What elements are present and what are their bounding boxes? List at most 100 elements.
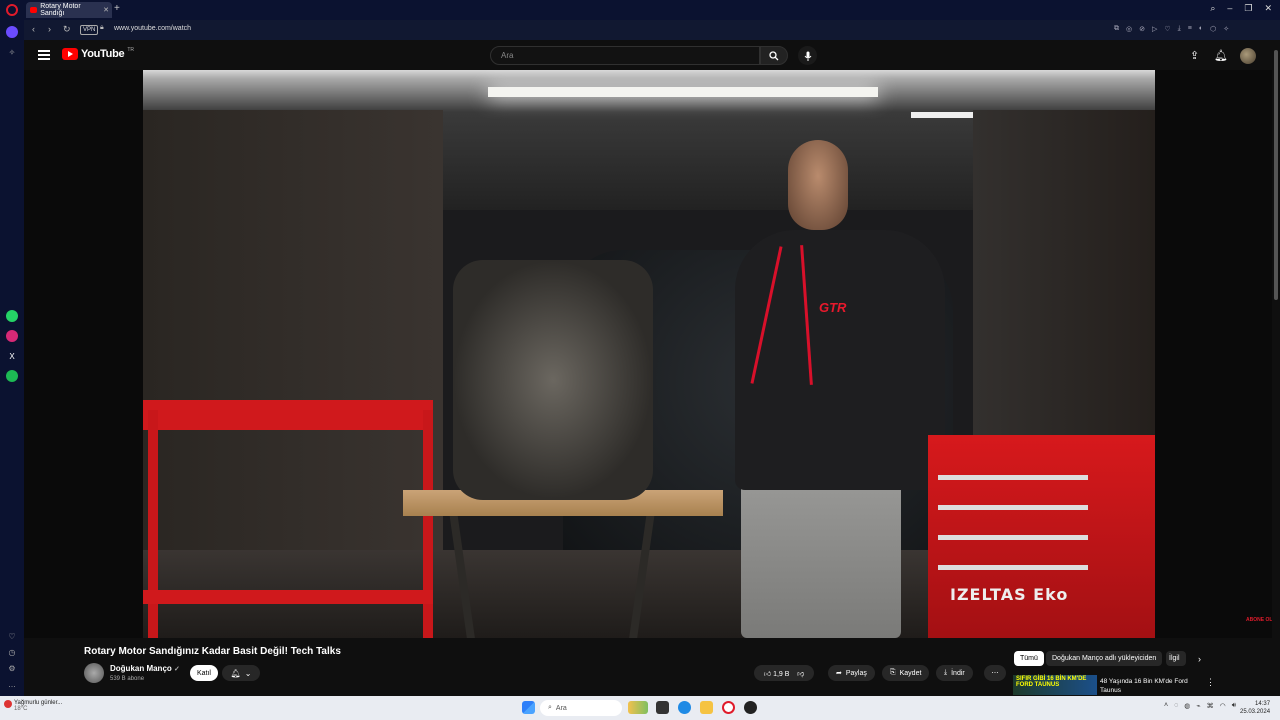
- voice-search-button[interactable]: [798, 46, 817, 65]
- weather-widget[interactable]: Yağmurlu günler... 18°C: [14, 700, 62, 712]
- like-button[interactable]: 👍︎ 1,9 B: [764, 669, 790, 678]
- taskbar-search[interactable]: ⌕ Ara: [540, 700, 622, 716]
- scroll-thumb[interactable]: [1274, 50, 1278, 300]
- more-actions-button[interactable]: ⋯: [984, 665, 1006, 681]
- browser-tab[interactable]: Rotary Motor Sandığı ✕: [26, 2, 112, 18]
- easy-setup-icon[interactable]: ≡: [1188, 25, 1192, 33]
- search-input[interactable]: Ara: [490, 46, 760, 65]
- channel-name[interactable]: Doğukan Manço ✓: [110, 664, 180, 673]
- address-actions: ⧉ ◎ ⊘ ▷ ♡ ⤓ ≡ ◐ ⬡ ✧: [1114, 25, 1229, 33]
- subscription-bell-button[interactable]: 🔔︎ ⌄: [222, 665, 260, 681]
- aria-icon[interactable]: ✧: [6, 46, 18, 58]
- download-icon[interactable]: ⤓: [1178, 25, 1181, 33]
- tray-chevron-icon[interactable]: ˄: [1164, 702, 1168, 710]
- share-button[interactable]: ➦ Paylaş: [828, 665, 875, 681]
- chips-next-icon[interactable]: ›: [1198, 654, 1201, 664]
- download-label: İndir: [951, 669, 965, 677]
- channel-avatar[interactable]: [84, 663, 104, 683]
- close-tab-icon[interactable]: ✕: [103, 6, 109, 14]
- reload-icon[interactable]: ↻: [63, 24, 71, 35]
- heart-outline-icon[interactable]: ♡: [1164, 25, 1170, 33]
- new-tab-icon[interactable]: +: [114, 3, 120, 14]
- ceiling-light: [488, 87, 878, 97]
- tray-app-icon[interactable]: ◌: [1174, 702, 1178, 710]
- address-bar: ‹ › ↻ VPN 🔒︎ www.youtube.com/watch ⧉ ◎ ⊘…: [24, 20, 1280, 40]
- account-icon[interactable]: ◐: [1199, 25, 1203, 33]
- youtube-logo[interactable]: YouTube TR: [62, 47, 134, 60]
- opera-taskbar-icon[interactable]: [722, 701, 735, 714]
- upload-icon[interactable]: ⇪: [1190, 49, 1199, 62]
- windows-start-icon[interactable]: [522, 701, 535, 714]
- person-legs: [741, 470, 901, 638]
- language-icon[interactable]: ⌘: [1207, 702, 1214, 710]
- weather-temp: 18°C: [14, 706, 28, 712]
- subscribe-watermark-text[interactable]: ABONE OL: [1246, 617, 1272, 623]
- vpn-badge[interactable]: VPN: [80, 25, 99, 35]
- instagram-icon[interactable]: [6, 330, 18, 342]
- youtube-header: YouTube TR Ara ⇪ 🔔︎: [24, 40, 1272, 70]
- chip-all[interactable]: Tümü: [1014, 651, 1044, 666]
- weather-alert-icon[interactable]: [4, 700, 12, 708]
- home-icon[interactable]: [6, 26, 18, 38]
- search-icon: [769, 50, 779, 60]
- aria-button-icon[interactable]: ✧: [1223, 25, 1229, 33]
- whatsapp-icon[interactable]: [6, 310, 18, 322]
- opera-logo-icon[interactable]: [6, 4, 18, 16]
- file-explorer-icon[interactable]: [700, 701, 713, 714]
- dislike-button[interactable]: 👎︎: [797, 669, 804, 678]
- recommendation-title[interactable]: 48 Yaşında 16 Bin KM'de Ford Taunus: [1100, 677, 1200, 695]
- search-tabs-icon[interactable]: ⌕: [1210, 3, 1215, 14]
- recommendation-thumbnail[interactable]: SIFIR GİBİ 16 BİN KM'DE FORD TAUNUS: [1013, 675, 1097, 695]
- spotify-icon[interactable]: [6, 370, 18, 382]
- taskbar-clock[interactable]: 14:37 25.03.2024: [1240, 700, 1270, 716]
- tab-title: Rotary Motor Sandığı: [40, 3, 81, 17]
- snapshot-icon[interactable]: ⧉: [1114, 25, 1119, 33]
- download-arrow-icon: ⤓: [944, 669, 948, 676]
- more-icon[interactable]: …: [6, 678, 18, 690]
- rotary-engine: [453, 260, 653, 500]
- adblock-icon[interactable]: ⊘: [1139, 25, 1145, 33]
- tray-app-icon[interactable]: ◍: [1184, 702, 1190, 710]
- hamburger-menu-icon[interactable]: [38, 50, 50, 60]
- volume-icon[interactable]: 🔊︎: [1232, 702, 1236, 710]
- opera-gx-icon[interactable]: [744, 701, 757, 714]
- forward-icon[interactable]: ›: [48, 24, 51, 34]
- opera-sidebar: ✧ X ♡ ◷ ⚙ …: [0, 20, 24, 696]
- notifications-bell-icon[interactable]: 🔔︎: [1214, 49, 1228, 62]
- download-button[interactable]: ⤓ İndir: [936, 665, 973, 681]
- search-button[interactable]: [760, 46, 788, 65]
- chip-uploader[interactable]: Doğukan Manço adlı yükleyiciden: [1046, 651, 1163, 666]
- logo-region: TR: [127, 47, 134, 53]
- microphone-icon: [804, 51, 811, 61]
- url-field[interactable]: www.youtube.com/watch: [114, 25, 191, 32]
- page-scrollbar[interactable]: [1272, 40, 1280, 696]
- minimize-icon[interactable]: –: [1227, 3, 1232, 14]
- person-hoodie: [735, 230, 945, 490]
- heart-icon[interactable]: ♡: [6, 630, 18, 642]
- account-avatar[interactable]: [1240, 48, 1256, 64]
- play-icon[interactable]: ▷: [1152, 25, 1157, 33]
- window-controls: ⌕ – ❐ ✕: [1210, 3, 1272, 14]
- task-view-icon[interactable]: [656, 701, 669, 714]
- youtube-favicon-icon: [30, 7, 38, 13]
- extensions-icon[interactable]: ⬡: [1210, 25, 1216, 33]
- widgets-icon[interactable]: [628, 701, 648, 714]
- video-player[interactable]: GTR IZELTAS Eko: [143, 70, 1155, 638]
- chip-related[interactable]: İlgil: [1166, 651, 1186, 666]
- windows-taskbar: Yağmurlu günler... 18°C ⌕ Ara ˄ ◌ ◍ ⌁ ⌘ …: [0, 696, 1280, 720]
- join-button[interactable]: Katıl: [190, 665, 218, 681]
- usb-icon[interactable]: ⌁: [1196, 702, 1200, 710]
- back-icon[interactable]: ‹: [32, 24, 35, 34]
- close-window-icon[interactable]: ✕: [1264, 3, 1272, 14]
- x-twitter-icon[interactable]: X: [6, 350, 18, 362]
- edge-icon[interactable]: [678, 701, 691, 714]
- recommendation-menu-icon[interactable]: ⋮: [1206, 677, 1215, 688]
- history-icon[interactable]: ◷: [6, 646, 18, 658]
- wifi-icon[interactable]: ◠: [1220, 702, 1226, 710]
- share-icon: ➦: [836, 670, 842, 677]
- cart-shelf: [143, 590, 433, 604]
- save-button[interactable]: ⎘ Kaydet: [882, 665, 930, 681]
- settings-gear-icon[interactable]: ⚙: [6, 662, 18, 674]
- restore-icon[interactable]: ❐: [1244, 3, 1252, 14]
- camera-icon[interactable]: ◎: [1126, 25, 1132, 33]
